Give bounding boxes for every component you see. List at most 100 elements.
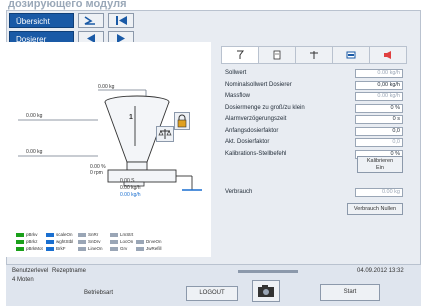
user-level-label: Benutzerlevel [12, 268, 49, 274]
camera-button[interactable] [252, 280, 280, 302]
legend-swatch [78, 232, 86, 237]
legend-swatch [16, 232, 24, 237]
camera-icon [258, 285, 274, 297]
parameter-row: Massflow 0.00 kg/h [221, 91, 407, 102]
top-weight: 0.00 kg [98, 84, 115, 90]
legend-item: LmStrt [110, 232, 133, 237]
parameter-label: Kalibrations-Stellbefehl [225, 150, 287, 157]
legend-item: pBrkMot [16, 246, 43, 251]
left-weight-2: 0.00 kg [26, 149, 43, 155]
parameter-label: Anfangsdosierfaktor [225, 127, 279, 134]
legend-item: BrkF [46, 246, 66, 251]
legend-item: LineOn [78, 246, 103, 251]
legend-item: LocOn [110, 239, 133, 244]
bottom-value-1: 0.00 S [120, 178, 135, 184]
legend-label: scaleOn [56, 232, 73, 237]
parameter-row: Nominalsollwert Dosierer 0,00 kg/h [221, 80, 407, 91]
logout-button[interactable]: LOGOUT [186, 286, 238, 301]
first-page-button[interactable] [108, 13, 134, 28]
tab-tool[interactable] [222, 47, 259, 63]
legend-swatch [136, 246, 144, 251]
legend-label: LocOn [120, 239, 134, 244]
logout-label: LOGOUT [199, 290, 225, 296]
parameter-label: Sollwert [225, 70, 247, 76]
lock-button[interactable] [174, 112, 190, 130]
reset-consumption-label: Verbrauch Nullen [353, 206, 397, 212]
legend-swatch [110, 232, 118, 237]
legend-label: SnRr [88, 232, 99, 237]
parameter-row: Sollwert 0.00 kg/h [221, 68, 407, 79]
tab-alarm[interactable] [370, 47, 406, 63]
legend-swatch [78, 239, 86, 244]
skip-back-icon [116, 16, 127, 25]
parameter-label: Nominalsollwert Dosierer [225, 81, 292, 88]
bottom-value-3: 0.00 kg/h [120, 192, 141, 198]
legend-label: BrkF [56, 246, 66, 251]
alarm-icon [384, 51, 391, 59]
side-value-2: 0 rpm [90, 170, 103, 176]
parameter-value[interactable]: 0 s [355, 115, 403, 124]
legend-swatch [136, 239, 144, 244]
calibrate-sub: Ein [376, 165, 384, 171]
parameter-row: Alarmverzögerungszeit 0 s [221, 114, 407, 125]
recipe-field [238, 270, 298, 273]
scale-icon [158, 129, 172, 139]
legend-swatch [110, 246, 118, 251]
legend-label: Grv [120, 246, 128, 251]
legend-swatch [16, 246, 24, 251]
legend-item: pBrkz [16, 239, 38, 244]
legend-item: pBrkv [16, 232, 38, 237]
scale-icon [310, 51, 318, 59]
bottom-value-2: 0.00 kg/h [120, 185, 141, 191]
parameter-label: Alarmverzögerungszeit [225, 116, 287, 122]
scale-button[interactable] [156, 126, 174, 142]
legend-item: SnDrv [78, 239, 101, 244]
calibrate-button[interactable]: Kalibrieren Ein [357, 156, 403, 173]
reset-consumption-button[interactable]: Verbrauch Nullen [347, 203, 403, 215]
legend-swatch [16, 239, 24, 244]
recipe-label: Rezeptname [52, 268, 87, 274]
legend-item: scaleOn [46, 232, 73, 237]
legend-label: wghtStbl [56, 239, 74, 244]
legend-item: Grv [110, 246, 127, 251]
parameter-label: Massflow [225, 93, 251, 99]
legend-label: LmStrt [120, 232, 134, 237]
parameter-value[interactable]: 0 % [355, 103, 403, 113]
tab-scale[interactable] [296, 47, 333, 63]
parameter-label: Dosiermenge zu groß/zu klein [225, 104, 305, 111]
consumption-value: 0.00 kg [355, 188, 403, 197]
legend-label: SnDrv [88, 239, 101, 244]
parameter-value: 0,0 [355, 138, 403, 147]
legend-swatch [46, 232, 54, 237]
trend-icon [84, 16, 95, 25]
legend-label: DrveOn [146, 239, 162, 244]
consumption-row: Verbrauch 0.00 kg [221, 187, 407, 198]
left-weight-1: 0.00 kg [26, 113, 43, 119]
legend-swatch [46, 239, 54, 244]
trend-button[interactable] [78, 13, 104, 28]
document-icon [273, 50, 281, 60]
start-button[interactable]: Start [320, 284, 380, 301]
parameter-row: Akt. Dosierfaktor 0,0 [221, 137, 407, 148]
hopper-number: 1 [129, 114, 133, 121]
legend-label: pBrkv [26, 232, 38, 237]
legend-label: pBrkz [26, 239, 38, 244]
parameter-value: 0.00 kg/h [355, 92, 403, 101]
legend-item: wghtStbl [46, 239, 73, 244]
tab-document[interactable] [259, 47, 296, 63]
legend-swatch [46, 246, 54, 251]
parameter-value[interactable]: 0,00 kg/h [355, 80, 403, 90]
tool-icon [237, 50, 244, 59]
tab-overview[interactable]: Übersicht [9, 13, 74, 28]
tab-monitor[interactable] [333, 47, 370, 63]
calibrate-label: Kalibrieren [366, 158, 394, 164]
legend-swatch [78, 246, 86, 251]
tab-overview-label: Übersicht [16, 17, 50, 26]
consumption-label: Verbrauch [225, 189, 253, 195]
legend-swatch [110, 239, 118, 244]
legend-label: pBrkMot [26, 246, 43, 251]
datetime: 04.09.2012 13:32 [357, 268, 404, 274]
doser-diagram: 0.00 kg 0.00 kg 0.00 kg 1 0.00 % 0 rpm 0… [6, 42, 211, 257]
parameter-value[interactable]: 0,0 [355, 126, 403, 136]
start-label: Start [343, 289, 357, 295]
